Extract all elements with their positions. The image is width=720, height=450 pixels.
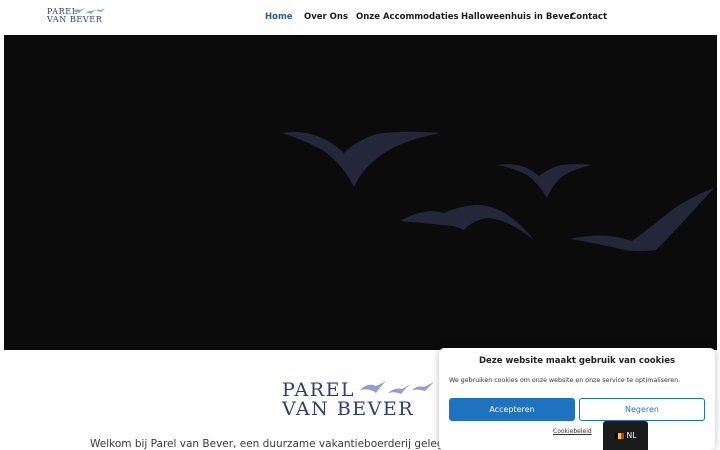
site-header: PAREL VAN BEVER Home Over Ons Onze Accom… xyxy=(0,0,720,35)
content-logo-line-1: PAREL xyxy=(282,379,356,401)
language-switcher[interactable]: NL xyxy=(603,421,648,450)
logo-birds-icon xyxy=(72,8,105,14)
content-logo-line-2: VAN BEVER xyxy=(282,398,415,420)
language-label: NL xyxy=(626,431,637,440)
deny-cookies-button[interactable]: Negeren xyxy=(579,398,705,421)
cookie-banner: Deze website maakt gebruik van cookies W… xyxy=(439,348,715,450)
page: PAREL VAN BEVER Home Over Ons Onze Accom… xyxy=(0,0,720,450)
content-logo-birds-icon xyxy=(360,381,434,394)
content-logo: PAREL VAN BEVER xyxy=(282,378,442,424)
logo-line-2: VAN BEVER xyxy=(47,15,103,24)
belgium-flag-icon xyxy=(614,432,624,439)
nav-onze-accommodaties[interactable]: Onze Accommodaties xyxy=(356,12,459,23)
cookie-title: Deze website maakt gebruik van cookies xyxy=(478,356,676,366)
nav-over-ons[interactable]: Over Ons xyxy=(304,12,348,23)
nav-contact[interactable]: Contact xyxy=(570,12,607,23)
cookie-message: We gebruiken cookies om onze website en … xyxy=(449,377,681,384)
cookie-policy-link[interactable]: Cookiebeleid xyxy=(553,428,592,435)
site-logo[interactable]: PAREL VAN BEVER xyxy=(46,6,110,26)
accept-cookies-button[interactable]: Accepteren xyxy=(449,398,575,421)
nav-home[interactable]: Home xyxy=(265,12,293,23)
nav-halloweenhuis[interactable]: Halloweenhuis in Bever xyxy=(461,12,574,23)
hero-banner xyxy=(4,35,717,350)
flying-birds-icon xyxy=(282,131,714,252)
